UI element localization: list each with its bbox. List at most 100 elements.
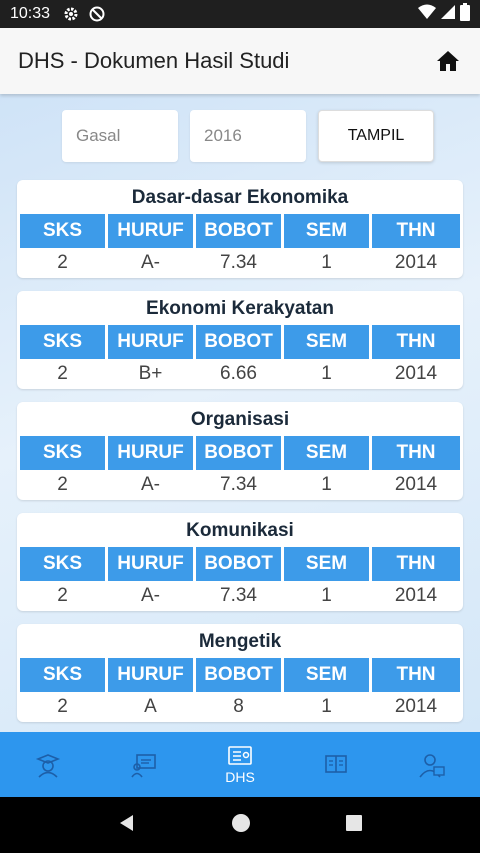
course-name: Organisasi — [190, 409, 290, 430]
do-not-disturb-icon — [88, 5, 106, 23]
course-list: Dasar-dasar Ekonomika SKS HURUF BOBOT SE… — [17, 180, 463, 732]
header-huruf: HURUF — [108, 436, 193, 470]
value-sem: 1 — [321, 585, 332, 606]
course-name: Mengetik — [198, 631, 282, 652]
course-name: Dasar-dasar Ekonomika — [131, 187, 349, 208]
course-card[interactable]: Organisasi SKS HURUF BOBOT SEM THN 2 A- … — [17, 402, 463, 500]
value-thn: 2014 — [394, 585, 438, 606]
content-area: Gasal 2016 TAMPIL Dasar-dasar Ekonomika … — [0, 94, 480, 732]
value-sem: 1 — [321, 696, 332, 717]
header-huruf: HURUF — [108, 658, 193, 692]
course-name: Ekonomi Kerakyatan — [146, 298, 334, 319]
header-bobot: BOBOT — [196, 214, 281, 248]
header-thn: THN — [372, 436, 460, 470]
value-thn: 2014 — [394, 474, 438, 495]
header-sem: SEM — [284, 547, 369, 581]
book-icon — [323, 753, 349, 777]
value-sks: 2 — [57, 363, 68, 384]
value-sks: 2 — [57, 585, 68, 606]
value-thn: 2014 — [394, 252, 438, 273]
system-nav-bar — [0, 797, 480, 853]
table-row: 2 A 8 1 2014 — [20, 692, 460, 722]
table-row: 2 A- 7.34 1 2014 — [20, 470, 460, 500]
value-bobot: 7.34 — [220, 585, 257, 606]
student-id-icon — [418, 752, 446, 778]
course-name: Komunikasi — [186, 520, 294, 541]
course-card[interactable]: Mengetik SKS HURUF BOBOT SEM THN 2 A 8 1… — [17, 624, 463, 722]
value-bobot: 7.34 — [220, 474, 257, 495]
table-header-row: SKS HURUF BOBOT SEM THN — [20, 658, 460, 692]
course-card[interactable]: Ekonomi Kerakyatan SKS HURUF BOBOT SEM T… — [17, 291, 463, 389]
course-card[interactable]: Komunikasi SKS HURUF BOBOT SEM THN 2 A- … — [17, 513, 463, 611]
teacher-board-icon — [131, 752, 157, 778]
value-thn: 2014 — [394, 363, 438, 384]
nav-dhs[interactable]: DHS — [192, 732, 288, 797]
home-icon[interactable] — [434, 47, 462, 75]
document-card-icon — [227, 745, 253, 767]
nav-dhs-label: DHS — [225, 768, 255, 785]
filter-bar: Gasal 2016 TAMPIL — [62, 110, 434, 162]
header-huruf: HURUF — [108, 214, 193, 248]
header-sks: SKS — [20, 325, 105, 359]
header-thn: THN — [372, 658, 460, 692]
settings-icon — [62, 5, 80, 23]
table-header-row: SKS HURUF BOBOT SEM THN — [20, 547, 460, 581]
value-thn: 2014 — [394, 696, 438, 717]
course-card[interactable]: Dasar-dasar Ekonomika SKS HURUF BOBOT SE… — [17, 180, 463, 278]
app-bar: DHS - Dokumen Hasil Studi — [0, 28, 480, 94]
value-sem: 1 — [321, 474, 332, 495]
value-huruf: A- — [141, 252, 160, 273]
status-bar: 10:33 — [0, 0, 480, 28]
header-bobot: BOBOT — [196, 658, 281, 692]
table-row: 2 A- 7.34 1 2014 — [20, 248, 460, 278]
header-sem: SEM — [284, 436, 369, 470]
header-bobot: BOBOT — [196, 325, 281, 359]
tampil-button[interactable]: TAMPIL — [318, 110, 434, 162]
value-huruf: B+ — [138, 363, 163, 384]
table-header-row: SKS HURUF BOBOT SEM THN — [20, 325, 460, 359]
header-sem: SEM — [284, 214, 369, 248]
header-sem: SEM — [284, 658, 369, 692]
value-sks: 2 — [57, 474, 68, 495]
value-sks: 2 — [57, 696, 68, 717]
header-bobot: BOBOT — [196, 547, 281, 581]
value-huruf: A — [144, 696, 157, 717]
header-sks: SKS — [20, 658, 105, 692]
value-huruf: A- — [141, 585, 160, 606]
table-row: 2 B+ 6.66 1 2014 — [20, 359, 460, 389]
year-field[interactable]: 2016 — [190, 110, 306, 162]
recents-icon[interactable] — [345, 814, 363, 837]
table-header-row: SKS HURUF BOBOT SEM THN — [20, 214, 460, 248]
header-thn: THN — [372, 325, 460, 359]
wifi-icon — [418, 4, 436, 25]
header-huruf: HURUF — [108, 325, 193, 359]
value-sem: 1 — [321, 363, 332, 384]
header-sem: SEM — [284, 325, 369, 359]
header-huruf: HURUF — [108, 547, 193, 581]
signal-icon — [440, 4, 456, 25]
nav-courses[interactable] — [288, 732, 384, 797]
battery-icon — [460, 2, 470, 26]
header-sks: SKS — [20, 214, 105, 248]
value-sks: 2 — [57, 252, 68, 273]
back-icon[interactable] — [117, 813, 137, 838]
header-thn: THN — [372, 214, 460, 248]
header-sks: SKS — [20, 547, 105, 581]
student-graduate-icon — [35, 752, 61, 778]
header-thn: THN — [372, 547, 460, 581]
value-huruf: A- — [141, 474, 160, 495]
bottom-nav: DHS — [0, 732, 480, 797]
page-title: DHS - Dokumen Hasil Studi — [18, 48, 290, 73]
header-bobot: BOBOT — [196, 436, 281, 470]
semester-field[interactable]: Gasal — [62, 110, 178, 162]
nav-schedule[interactable] — [96, 732, 192, 797]
nav-profile[interactable] — [0, 732, 96, 797]
value-bobot: 7.34 — [220, 252, 257, 273]
value-bobot: 6.66 — [220, 363, 257, 384]
value-sem: 1 — [321, 252, 332, 273]
nav-account[interactable] — [384, 732, 480, 797]
table-header-row: SKS HURUF BOBOT SEM THN — [20, 436, 460, 470]
home-circle-icon[interactable] — [231, 813, 251, 838]
value-bobot: 8 — [233, 696, 244, 717]
status-time: 10:33 — [10, 5, 51, 22]
